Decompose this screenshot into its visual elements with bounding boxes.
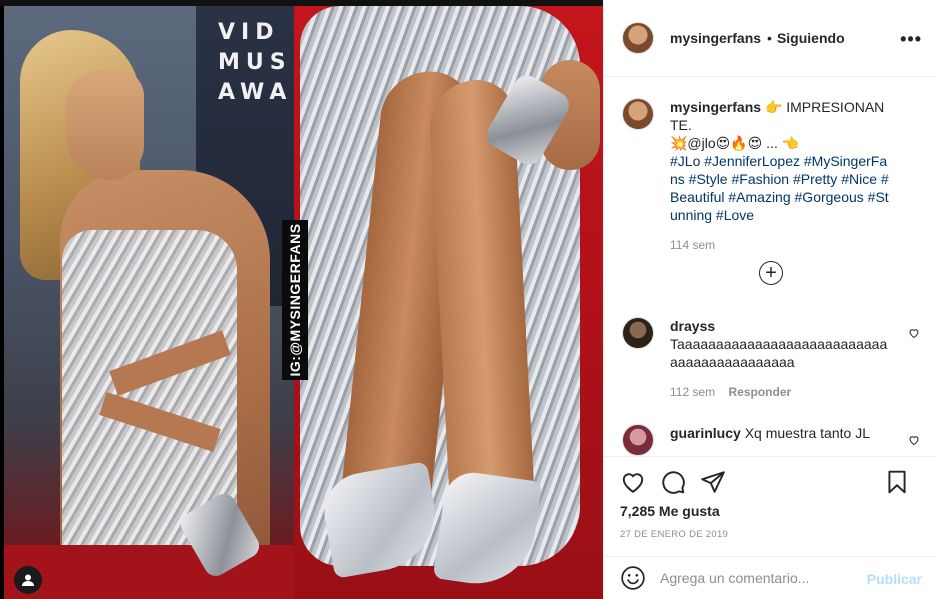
comment-username[interactable]: guarinlucy	[670, 425, 741, 441]
emoji-icon[interactable]	[620, 565, 646, 591]
heart-icon[interactable]	[620, 469, 646, 495]
heart-icon[interactable]	[908, 434, 920, 446]
avatar[interactable]	[622, 424, 654, 456]
likes-count[interactable]: 7,285 Me gusta	[620, 503, 720, 519]
user-icon	[22, 574, 34, 586]
add-comment-bar: Publicar	[604, 556, 935, 599]
post-header: mysingerfans • Siguiendo •••	[604, 0, 935, 77]
post-actions: 7,285 Me gusta 27 DE ENERO DE 2019	[604, 456, 935, 556]
caption-text-line2: 💥@jlo😍🔥😍 ... 👈	[670, 135, 800, 151]
backdrop-text: VID MUS AWAR	[218, 20, 316, 105]
caption-time: 114 sem	[670, 238, 716, 252]
comment-body: drayss Taaaaaaaaaaaaaaaaaaaaaaaaaaaaaaaa…	[670, 317, 890, 401]
avatar[interactable]	[622, 317, 654, 349]
post-modal: VID MUS AWAR IG:@MYSINGERFANS mysingerfa…	[0, 0, 935, 599]
watermark-text: IG:@MYSINGERFANS	[287, 223, 303, 377]
comments-list[interactable]: mysingerfans 👉 IMPRESIONANTE. 💥@jlo😍🔥😍 .…	[604, 78, 935, 456]
paper-plane-icon[interactable]	[700, 469, 726, 495]
comment-icon[interactable]	[660, 469, 686, 495]
load-more-comments-button[interactable]: +	[759, 261, 783, 285]
publish-button[interactable]: Publicar	[867, 571, 922, 587]
caption-body: mysingerfans 👉 IMPRESIONANTE. 💥@jlo😍🔥😍 .…	[670, 98, 890, 254]
bookmark-icon[interactable]	[884, 469, 910, 495]
comment-username[interactable]: drayss	[670, 318, 715, 334]
avatar[interactable]	[622, 22, 654, 54]
comment-body: guarinlucy Xq muestra tanto JL	[670, 424, 890, 456]
caption: mysingerfans 👉 IMPRESIONANTE. 💥@jlo😍🔥😍 .…	[622, 98, 922, 254]
comment-item: guarinlucy Xq muestra tanto JL	[622, 424, 922, 456]
following-button[interactable]: Siguiendo	[777, 30, 845, 46]
post-date[interactable]: 27 DE ENERO DE 2019	[620, 529, 728, 540]
comment-time[interactable]: 112 sem	[670, 385, 715, 399]
comment-item: drayss Taaaaaaaaaaaaaaaaaaaaaaaaaaaaaaaa…	[622, 317, 922, 401]
post-side-panel: mysingerfans • Siguiendo ••• mysingerfan…	[603, 0, 935, 599]
avatar[interactable]	[622, 98, 654, 130]
tagged-user-button[interactable]	[14, 566, 42, 594]
watermark: IG:@MYSINGERFANS	[282, 220, 308, 380]
caption-hashtags[interactable]: #JLo #JenniferLopez #MySingerFans #Style…	[670, 153, 889, 223]
more-options-icon[interactable]: •••	[900, 29, 922, 50]
comment-text: Taaaaaaaaaaaaaaaaaaaaaaaaaaaaaaaaaaaaaaa…	[670, 336, 888, 370]
heart-icon[interactable]	[908, 327, 920, 339]
header-username[interactable]: mysingerfans	[670, 30, 761, 46]
caption-username[interactable]: mysingerfans	[670, 99, 761, 115]
post-photo[interactable]: VID MUS AWAR IG:@MYSINGERFANS	[0, 0, 603, 599]
separator-dot: •	[767, 30, 772, 46]
comment-input[interactable]	[660, 570, 860, 586]
comment-text: Xq muestra tanto JL	[744, 425, 870, 441]
action-bar	[620, 469, 920, 495]
comment-meta: 112 sem Responder	[670, 383, 890, 401]
reply-button[interactable]: Responder	[728, 385, 791, 399]
face-shape	[66, 70, 144, 180]
